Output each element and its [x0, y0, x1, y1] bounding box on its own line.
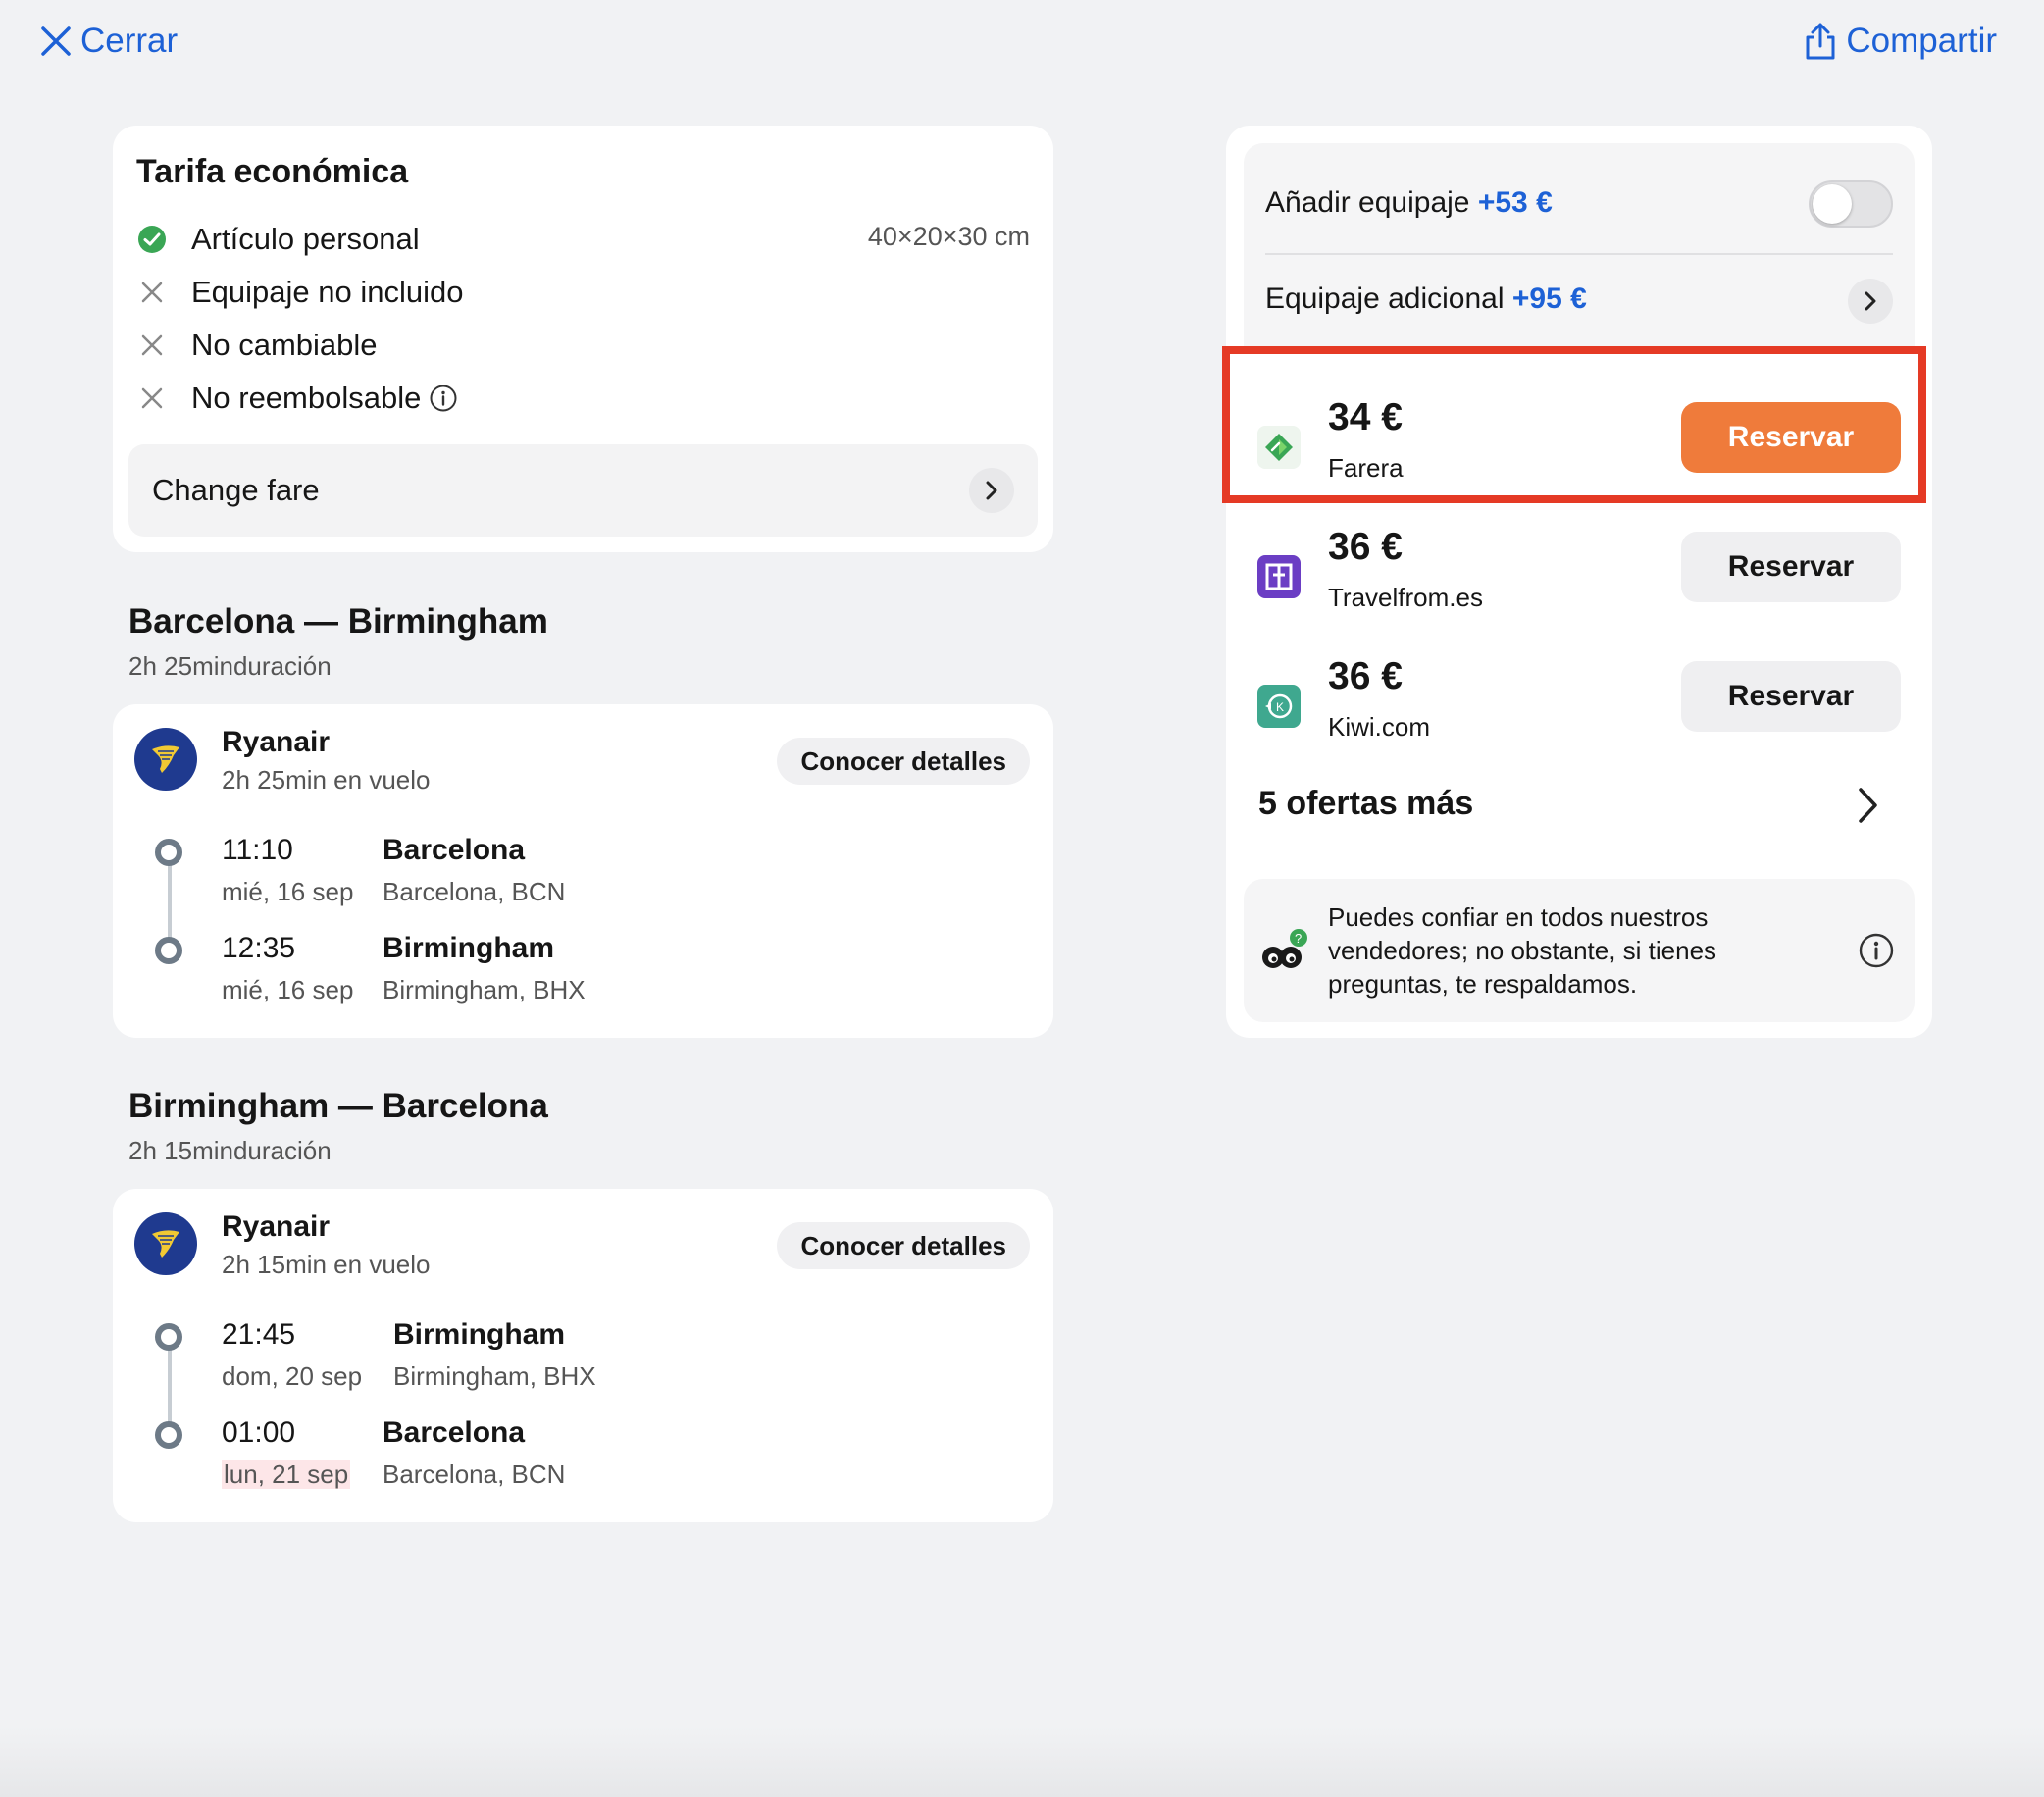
arrive-airport: Barcelona, BCN: [383, 1460, 566, 1489]
info-icon[interactable]: [429, 384, 458, 413]
offer-row: 34 € Farera Reservar: [1255, 396, 1903, 494]
airline-name: Ryanair: [222, 1210, 331, 1243]
offer-seller: Farera: [1328, 453, 1404, 483]
kiwi-logo-icon: K: [1257, 685, 1301, 728]
personal-item-dimensions: 40×20×30 cm: [867, 222, 1030, 251]
details-button[interactable]: Conocer detalles: [777, 1222, 1030, 1269]
depart-date: dom, 20 sep: [222, 1361, 363, 1391]
details-button[interactable]: Conocer detalles: [777, 738, 1030, 785]
timeline-dot: [155, 1323, 182, 1351]
chevron-right-icon[interactable]: [1848, 279, 1893, 324]
arrive-time: 12:35: [222, 932, 296, 964]
offer-price: 36 €: [1328, 655, 1403, 697]
next-day-date: lun, 21 sep: [222, 1460, 351, 1489]
x-icon: [136, 330, 168, 361]
fare-item-luggage: Equipaje no incluido: [136, 275, 464, 310]
trust-text: Puedes confiar en todos nuestros vendedo…: [1328, 902, 1717, 999]
book-button[interactable]: Reservar: [1681, 402, 1901, 473]
fare-item-personal: Artículo personal: [136, 222, 420, 257]
depart-city: Barcelona: [383, 834, 526, 866]
share-button[interactable]: Compartir: [1803, 22, 1997, 61]
offer-seller: Travelfrom.es: [1328, 583, 1483, 612]
flight-duration: 2h 25min en vuelo: [222, 765, 431, 795]
arrive-date: mié, 16 sep: [222, 975, 354, 1004]
depart-airport: Barcelona, BCN: [383, 877, 566, 906]
bottom-shade: [0, 1726, 2044, 1797]
x-icon: [136, 383, 168, 414]
extra-baggage-row[interactable]: Equipaje adicional +95 €: [1265, 282, 1587, 316]
close-icon: [39, 25, 73, 58]
arrive-time: 01:00: [222, 1416, 296, 1449]
change-fare-button[interactable]: Change fare: [128, 444, 1038, 537]
offer-price: 36 €: [1328, 526, 1403, 568]
depart-airport: Birmingham, BHX: [393, 1361, 596, 1391]
toggle-knob: [1813, 184, 1852, 224]
offer-price: 34 €: [1328, 396, 1403, 438]
info-icon[interactable]: [1858, 932, 1895, 974]
depart-time: 21:45: [222, 1318, 296, 1351]
chevron-right-icon[interactable]: [1855, 785, 1880, 831]
timeline-dot: [155, 937, 182, 964]
svg-text:K: K: [1276, 700, 1284, 714]
timeline-dot: [155, 1421, 182, 1449]
inbound-route-title: Birmingham — Barcelona: [128, 1087, 548, 1125]
fare-card: Tarifa económica Artículo personal 40×20…: [113, 126, 1053, 552]
trust-notice: ? Puedes confiar en todos nuestros vende…: [1244, 879, 1915, 1022]
offer-seller: Kiwi.com: [1328, 712, 1431, 742]
inbound-flight-card: Ryanair 2h 15min en vuelo Conocer detall…: [113, 1189, 1053, 1522]
outbound-route-title: Barcelona — Birmingham: [128, 602, 548, 641]
divider: [1265, 253, 1893, 255]
inbound-duration: 2h 15minduración: [128, 1136, 332, 1165]
close-button[interactable]: Cerrar: [39, 22, 178, 61]
fare-item-label: Equipaje no incluido: [191, 275, 464, 309]
top-bar: Cerrar Compartir: [0, 0, 2044, 98]
arrive-date: lun, 21 sep: [222, 1460, 351, 1490]
svg-text:?: ?: [1295, 931, 1302, 946]
ryanair-logo: [134, 1212, 197, 1275]
depart-date: mié, 16 sep: [222, 877, 354, 906]
more-offers-link[interactable]: 5 ofertas más: [1258, 785, 1473, 823]
fare-item-label: No cambiable: [191, 328, 378, 362]
offer-row: 36 € Travelfrom.es Reservar: [1255, 526, 1903, 624]
travelfrom-logo-icon: [1257, 555, 1301, 598]
airline-name: Ryanair: [222, 726, 331, 758]
ryanair-logo: [134, 728, 197, 791]
extra-baggage-label: Equipaje adicional: [1265, 282, 1505, 315]
timeline-dot: [155, 839, 182, 866]
close-label: Cerrar: [80, 22, 179, 60]
outbound-flight-card: Ryanair 2h 25min en vuelo Conocer detall…: [113, 704, 1053, 1038]
offer-row: K 36 € Kiwi.com Reservar: [1255, 655, 1903, 753]
fare-item-changes: No cambiable: [136, 328, 378, 363]
add-baggage-toggle[interactable]: [1809, 180, 1893, 228]
check-circle-icon: [136, 224, 168, 255]
add-baggage-row: Añadir equipaje +53 €: [1265, 186, 1553, 220]
add-baggage-label: Añadir equipaje: [1265, 186, 1470, 219]
book-button[interactable]: Reservar: [1681, 532, 1901, 602]
outbound-duration: 2h 25minduración: [128, 651, 332, 681]
depart-city: Birmingham: [393, 1318, 566, 1351]
book-button[interactable]: Reservar: [1681, 661, 1901, 732]
depart-time: 11:10: [222, 834, 293, 866]
farera-logo-icon: [1257, 426, 1301, 469]
x-icon: [136, 277, 168, 308]
fare-title: Tarifa económica: [136, 153, 409, 190]
fare-item-label: No reembolsable: [191, 381, 422, 415]
change-fare-label: Change fare: [152, 473, 320, 507]
support-agent-icon: ?: [1257, 926, 1310, 984]
arrive-city: Barcelona: [383, 1416, 526, 1449]
chevron-right-icon: [969, 468, 1014, 513]
share-label: Compartir: [1846, 22, 1997, 60]
arrive-airport: Birmingham, BHX: [383, 975, 586, 1004]
flight-duration: 2h 15min en vuelo: [222, 1250, 431, 1279]
arrive-city: Birmingham: [383, 932, 555, 964]
add-baggage-price: +53 €: [1477, 186, 1553, 219]
extra-baggage-price: +95 €: [1511, 282, 1587, 315]
fare-item-refund: No reembolsable: [136, 381, 458, 416]
fare-item-label: Artículo personal: [191, 222, 420, 256]
share-icon: [1803, 22, 1838, 61]
